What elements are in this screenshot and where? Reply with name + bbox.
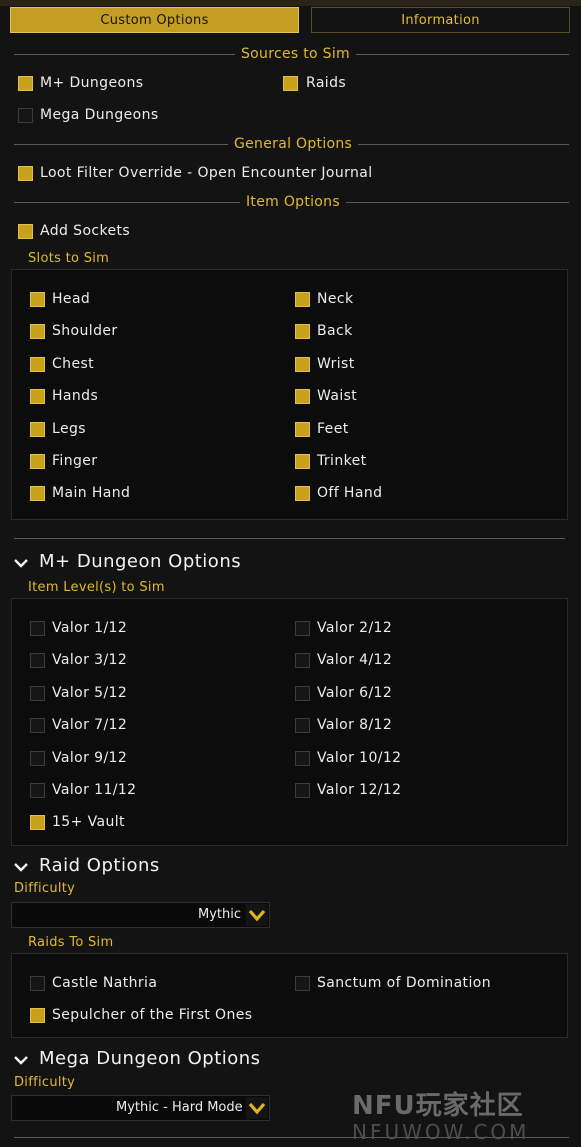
slot-label: Back — [317, 323, 353, 340]
mega-dungeons-checkbox[interactable] — [18, 108, 33, 123]
item-level-label: Valor 8/12 — [317, 717, 393, 734]
slot-checkbox[interactable] — [295, 454, 310, 469]
raid-label: Castle Nathria — [52, 975, 158, 991]
item-level-label: Valor 2/12 — [317, 620, 393, 636]
slot-label: Wrist — [317, 355, 355, 372]
slot-label: Finger — [52, 453, 98, 469]
item-options-heading: Item Options — [240, 194, 346, 210]
slot-checkbox[interactable] — [295, 324, 310, 340]
chevron-down-icon[interactable] — [246, 904, 268, 926]
raids-panel — [11, 953, 568, 1038]
mplus-dungeons-label: M+ Dungeons — [40, 75, 144, 91]
mplus-options-heading[interactable]: M+ Dungeon Options — [39, 551, 241, 572]
sources-heading: Sources to Sim — [235, 46, 356, 62]
slot-checkbox[interactable] — [295, 356, 310, 372]
slot-checkbox[interactable] — [30, 389, 45, 405]
watermark-logo: NFU玩家社区 — [352, 1091, 524, 1121]
item-level-label: Valor 7/12 — [52, 717, 128, 734]
slots-heading: Slots to Sim — [28, 251, 110, 266]
slot-label: Chest — [52, 355, 95, 372]
item-level-heading: Item Level(s) to Sim — [28, 580, 165, 595]
raid-label: Sanctum of Domination — [317, 975, 491, 991]
slot-checkbox[interactable] — [295, 292, 310, 307]
mega-dungeons-label: Mega Dungeons — [40, 107, 159, 123]
chevron-down-icon[interactable] — [13, 1052, 29, 1068]
raid-checkbox[interactable] — [30, 976, 45, 991]
slot-label: Main Hand — [52, 485, 131, 502]
item-level-label: Valor 12/12 — [317, 782, 402, 798]
chevron-down-icon[interactable] — [13, 859, 29, 875]
add-sockets-checkbox[interactable] — [18, 224, 33, 239]
item-level-checkbox[interactable] — [295, 718, 310, 734]
mega-difficulty-value: Mythic - Hard Mode — [116, 1100, 243, 1115]
item-level-label: Valor 3/12 — [52, 652, 128, 669]
slot-checkbox[interactable] — [30, 292, 45, 307]
item-level-checkbox[interactable] — [30, 653, 45, 669]
slot-checkbox[interactable] — [30, 486, 45, 502]
slot-checkbox[interactable] — [30, 324, 45, 340]
watermark-url: NFUWOW.COM — [352, 1120, 530, 1144]
slot-checkbox[interactable] — [295, 421, 310, 437]
chevron-down-icon[interactable] — [246, 1097, 268, 1119]
slot-label: Hands — [52, 388, 99, 405]
item-level-label: Valor 6/12 — [317, 684, 393, 701]
item-level-label: Valor 5/12 — [52, 684, 128, 701]
slot-label: Head — [52, 291, 91, 307]
slot-label: Shoulder — [52, 323, 118, 340]
slot-label: Off Hand — [317, 485, 383, 502]
item-level-label: Valor 9/12 — [52, 749, 128, 766]
slot-label: Neck — [317, 291, 354, 307]
slot-checkbox[interactable] — [295, 486, 310, 502]
mega-difficulty-label: Difficulty — [14, 1075, 76, 1090]
top-tab-strip — [0, 0, 581, 6]
chevron-down-icon[interactable] — [13, 555, 29, 571]
slot-checkbox[interactable] — [30, 421, 45, 437]
raid-checkbox[interactable] — [30, 1008, 45, 1023]
item-level-checkbox[interactable] — [30, 815, 45, 831]
section-divider — [14, 538, 565, 539]
item-level-checkbox[interactable] — [295, 621, 310, 636]
item-level-checkbox[interactable] — [295, 653, 310, 669]
item-level-checkbox[interactable] — [295, 750, 310, 766]
item-level-checkbox[interactable] — [30, 685, 45, 701]
general-heading: General Options — [228, 136, 359, 152]
item-level-checkbox[interactable] — [30, 718, 45, 734]
slot-checkbox[interactable] — [295, 389, 310, 405]
raid-options-heading[interactable]: Raid Options — [39, 855, 160, 876]
slot-label: Legs — [52, 420, 86, 437]
item-level-checkbox[interactable] — [30, 750, 45, 766]
item-level-checkbox[interactable] — [30, 621, 45, 636]
mega-options-heading[interactable]: Mega Dungeon Options — [39, 1048, 261, 1069]
raid-difficulty-value: Mythic — [198, 907, 242, 922]
item-level-label: 15+ Vault — [52, 814, 125, 831]
item-level-checkbox[interactable] — [295, 783, 310, 798]
raids-label: Raids — [306, 75, 347, 91]
item-level-label: Valor 11/12 — [52, 782, 137, 798]
tab-custom-options[interactable]: Custom Options — [10, 7, 299, 33]
add-sockets-label: Add Sockets — [40, 223, 131, 239]
raids-to-sim-heading: Raids To Sim — [28, 935, 114, 950]
raid-checkbox[interactable] — [295, 976, 310, 991]
raids-checkbox[interactable] — [283, 76, 298, 91]
slot-label: Feet — [317, 420, 349, 437]
loot-filter-checkbox[interactable] — [18, 166, 33, 181]
slot-label: Trinket — [317, 453, 367, 469]
item-level-checkbox[interactable] — [30, 783, 45, 798]
slot-label: Waist — [317, 388, 358, 405]
tab-information[interactable]: Information — [311, 7, 570, 33]
item-level-label: Valor 1/12 — [52, 620, 128, 636]
loot-filter-label: Loot Filter Override - Open Encounter Jo… — [40, 165, 373, 181]
item-level-label: Valor 4/12 — [317, 652, 393, 669]
slot-checkbox[interactable] — [30, 356, 45, 372]
slot-checkbox[interactable] — [30, 454, 45, 469]
raid-difficulty-label: Difficulty — [14, 881, 76, 896]
item-level-checkbox[interactable] — [295, 685, 310, 701]
mplus-dungeons-checkbox[interactable] — [18, 76, 33, 91]
item-level-label: Valor 10/12 — [317, 749, 402, 766]
raid-label: Sepulcher of the First Ones — [52, 1007, 253, 1023]
